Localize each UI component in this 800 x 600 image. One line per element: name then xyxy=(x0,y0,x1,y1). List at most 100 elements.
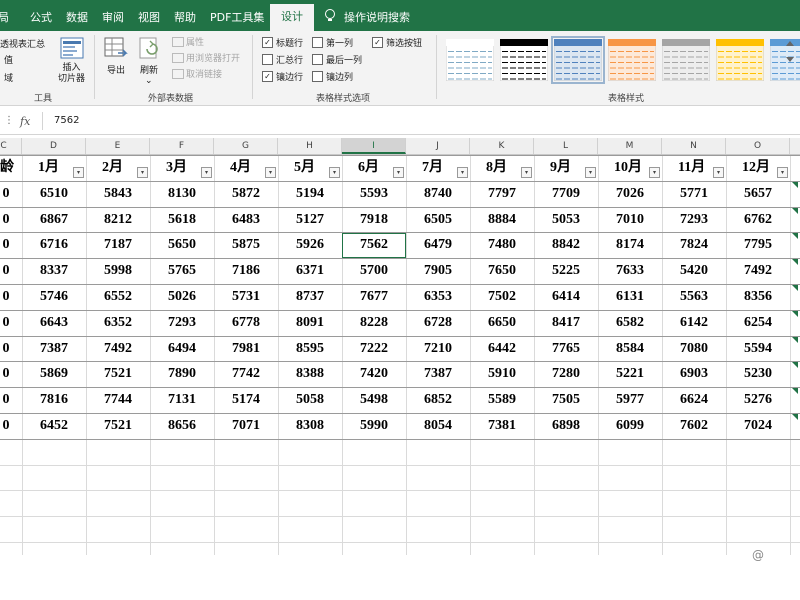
table-cell[interactable]: 7890 xyxy=(150,361,214,387)
table-cell[interactable]: 7293 xyxy=(150,310,214,336)
column-header-O[interactable]: O xyxy=(726,138,790,154)
table-cell[interactable]: 5563 xyxy=(662,284,726,310)
table-cell[interactable]: 6852 xyxy=(406,387,470,413)
table-style-4[interactable] xyxy=(608,39,656,81)
filter-dropdown-icon[interactable]: ▾ xyxy=(585,167,596,178)
table-header-cell[interactable]: 7月 xyxy=(422,155,443,181)
table-cell[interactable]: 5910 xyxy=(470,361,534,387)
table-cell[interactable]: 7824 xyxy=(662,232,726,258)
tab-layout[interactable]: 局 xyxy=(0,9,9,25)
table-cell[interactable]: 6452 xyxy=(22,413,86,439)
table-cell[interactable]: 5990 xyxy=(342,413,406,439)
table-cell[interactable]: 6778 xyxy=(214,310,278,336)
unlink-button[interactable]: 取消链接 xyxy=(186,67,222,80)
table-cell[interactable]: 7633 xyxy=(598,258,662,284)
table-cell[interactable]: 7709 xyxy=(534,181,598,207)
table-cell[interactable]: 5058 xyxy=(278,387,342,413)
filter-dropdown-icon[interactable]: ▾ xyxy=(713,167,724,178)
table-cell[interactable]: 7650 xyxy=(470,258,534,284)
table-cell[interactable]: 8388 xyxy=(278,361,342,387)
table-header-cell[interactable]: 4月 xyxy=(230,155,251,181)
table-cell[interactable]: 7816 xyxy=(22,387,86,413)
table-cell[interactable]: 5731 xyxy=(214,284,278,310)
table-cell[interactable]: 7918 xyxy=(342,207,406,233)
tab-view[interactable]: 视图 xyxy=(138,9,160,25)
table-cell[interactable]: 8417 xyxy=(534,310,598,336)
table-cell[interactable]: 8737 xyxy=(278,284,342,310)
table-cell[interactable]: 8356 xyxy=(726,284,790,310)
table-header-cell[interactable]: 龄 xyxy=(0,155,14,181)
table-cell[interactable]: 0 xyxy=(0,284,12,310)
table-cell[interactable]: 7602 xyxy=(662,413,726,439)
table-cell[interactable]: 7387 xyxy=(406,361,470,387)
export-button[interactable]: 导出 xyxy=(107,63,125,76)
table-cell[interactable]: 8174 xyxy=(598,232,662,258)
table-cell[interactable]: 0 xyxy=(0,387,12,413)
table-cell[interactable]: 5875 xyxy=(214,232,278,258)
table-cell[interactable]: 5225 xyxy=(534,258,598,284)
table-cell[interactable]: 8130 xyxy=(150,181,214,207)
filter-dropdown-icon[interactable]: ▾ xyxy=(457,167,468,178)
table-cell[interactable]: 8091 xyxy=(278,310,342,336)
table-cell[interactable]: 5194 xyxy=(278,181,342,207)
table-cell[interactable]: 5977 xyxy=(598,387,662,413)
table-cell[interactable]: 6716 xyxy=(22,232,86,258)
table-cell[interactable]: 5700 xyxy=(342,258,406,284)
table-cell[interactable]: 7502 xyxy=(470,284,534,310)
table-cell[interactable]: 5174 xyxy=(214,387,278,413)
table-cell[interactable]: 7293 xyxy=(662,207,726,233)
table-cell[interactable]: 7981 xyxy=(214,336,278,362)
table-cell[interactable]: 7905 xyxy=(406,258,470,284)
table-cell[interactable]: 6442 xyxy=(470,336,534,362)
table-cell[interactable]: 6505 xyxy=(406,207,470,233)
table-cell[interactable]: 5498 xyxy=(342,387,406,413)
filter-dropdown-icon[interactable]: ▾ xyxy=(137,167,148,178)
table-cell[interactable]: 5843 xyxy=(86,181,150,207)
table-cell[interactable]: 6650 xyxy=(470,310,534,336)
table-cell[interactable]: 8656 xyxy=(150,413,214,439)
tab-help[interactable]: 帮助 xyxy=(174,9,196,25)
table-cell[interactable]: 5650 xyxy=(150,232,214,258)
table-cell[interactable]: 7765 xyxy=(534,336,598,362)
column-header-N[interactable]: N xyxy=(662,138,726,154)
table-cell[interactable]: 6898 xyxy=(534,413,598,439)
table-cell[interactable]: 0 xyxy=(0,181,12,207)
column-header-C[interactable]: C xyxy=(0,138,22,154)
table-cell[interactable]: 0 xyxy=(0,310,12,336)
table-cell[interactable]: 0 xyxy=(0,413,12,439)
table-cell[interactable]: 7677 xyxy=(342,284,406,310)
tab-design[interactable]: 设计 xyxy=(270,4,314,32)
table-cell[interactable]: 6479 xyxy=(406,232,470,258)
table-header-cell[interactable]: 12月 xyxy=(742,155,770,181)
table-cell[interactable]: 5127 xyxy=(278,207,342,233)
table-cell[interactable]: 8308 xyxy=(278,413,342,439)
table-cell[interactable]: 7080 xyxy=(662,336,726,362)
table-style-1[interactable] xyxy=(446,39,494,81)
summarize-pivot-button[interactable]: 透视表汇总 xyxy=(0,37,45,50)
column-header-I[interactable]: I xyxy=(342,138,406,154)
table-cell[interactable]: 8212 xyxy=(86,207,150,233)
table-cell[interactable]: 0 xyxy=(0,258,12,284)
table-cell[interactable]: 6624 xyxy=(662,387,726,413)
table-cell[interactable]: 6414 xyxy=(534,284,598,310)
column-header-G[interactable]: G xyxy=(214,138,278,154)
table-cell[interactable]: 7131 xyxy=(150,387,214,413)
table-cell[interactable]: 6867 xyxy=(22,207,86,233)
table-cell[interactable]: 5026 xyxy=(150,284,214,310)
column-header-D[interactable]: D xyxy=(22,138,86,154)
table-cell[interactable]: 6131 xyxy=(598,284,662,310)
table-cell[interactable]: 7187 xyxy=(86,232,150,258)
table-cell[interactable]: 6762 xyxy=(726,207,790,233)
table-cell[interactable]: 5053 xyxy=(534,207,598,233)
table-cell[interactable]: 6728 xyxy=(406,310,470,336)
total-row-checkbox[interactable] xyxy=(262,54,273,65)
table-cell[interactable]: 5589 xyxy=(470,387,534,413)
table-header-cell[interactable]: 5月 xyxy=(294,155,315,181)
filter-dropdown-icon[interactable]: ▾ xyxy=(265,167,276,178)
properties-button[interactable]: 属性 xyxy=(186,35,204,48)
tell-me-search[interactable]: 操作说明搜索 xyxy=(344,9,410,25)
table-header-cell[interactable]: 6月 xyxy=(358,155,379,181)
table-cell[interactable]: 5618 xyxy=(150,207,214,233)
table-cell[interactable]: 7505 xyxy=(534,387,598,413)
tab-formulas[interactable]: 公式 xyxy=(30,9,52,25)
